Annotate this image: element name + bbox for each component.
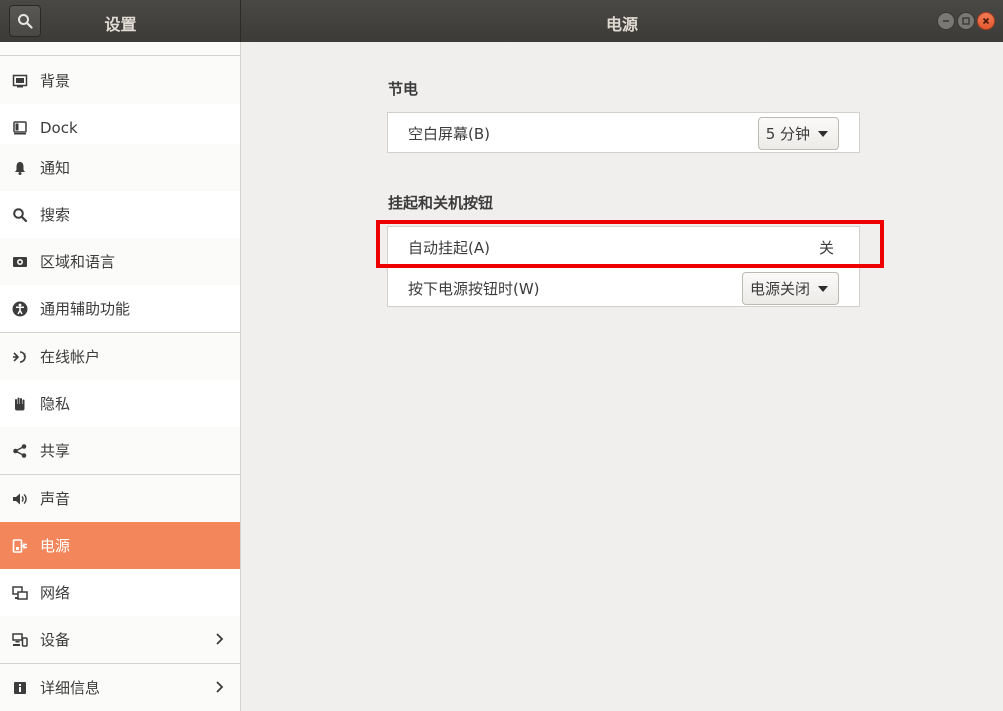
blank-screen-value: 5 分钟 [765,125,810,143]
power-button-dropdown[interactable]: 电源关闭 [741,272,839,305]
sidebar-item-notifications[interactable]: 通知 [0,144,240,191]
search-icon [12,207,28,223]
sidebar: 背景 Dock 通知 搜索 区域和语言 通用辅助功能 s 在线帐户 隐私 共享 … [0,42,241,711]
hand-icon [12,396,28,412]
sidebar-item-label: 搜索 [40,206,71,224]
sidebar-item-region[interactable]: 区域和语言 [0,238,240,285]
power-button-label: 按下电源按钮时(W) [408,279,540,298]
dropdown-arrow-icon [818,130,828,137]
power-saving-panel: 空白屏幕(B) 5 分钟 [387,112,860,153]
header-bar: 设置 电源 [0,0,1003,42]
blank-screen-dropdown[interactable]: 5 分钟 [757,117,839,150]
sidebar-item-label: 隐私 [40,395,71,413]
sidebar-item-network[interactable]: 网络 [0,569,240,616]
sidebar-item-label: 背景 [40,72,71,90]
blank-screen-row: 空白屏幕(B) 5 分钟 [388,113,859,153]
sidebar-item-privacy[interactable]: 隐私 [0,380,240,427]
header-left: 设置 [0,0,241,42]
chevron-right-icon [216,681,224,693]
sidebar-item-devices[interactable]: 设备 [0,616,240,663]
section-title-power-saving: 节电 [388,80,419,98]
settings-title: 设置 [104,15,137,34]
sidebar-item-label: 在线帐户 [40,348,101,366]
sidebar-item-label: 电源 [40,537,71,555]
svg-text:s: s [23,352,26,359]
accessibility-icon [12,301,28,317]
sidebar-item-power[interactable]: 电源 [0,522,240,569]
maximize-icon [962,17,970,25]
suspend-panel: 自动挂起(A) 关 按下电源按钮时(W) 电源关闭 [387,226,860,307]
page-title: 电源 [605,15,638,34]
sidebar-item-background[interactable]: 背景 [0,57,240,104]
sidebar-item-sound[interactable]: 声音 [0,475,240,522]
devices-icon [12,632,28,648]
sidebar-item-sharing[interactable]: 共享 [0,427,240,474]
sidebar-item-label: 区域和语言 [40,253,116,271]
dropdown-arrow-icon [818,285,828,292]
sidebar-item-label: 声音 [40,490,71,508]
maximize-button[interactable] [957,12,975,30]
auto-suspend-value: 关 [818,238,834,257]
minimize-icon [943,20,949,22]
sidebar-item-details[interactable]: 详细信息 [0,664,240,711]
sidebar-divider [0,55,240,56]
auto-suspend-label: 自动挂起(A) [408,238,490,257]
auto-suspend-row[interactable]: 自动挂起(A) 关 [388,227,859,267]
sidebar-item-label: 通用辅助功能 [40,300,131,318]
sidebar-item-label: 详细信息 [40,679,101,697]
minimize-button[interactable] [937,12,955,30]
sidebar-item-label: 设备 [40,631,71,649]
speaker-icon [12,491,28,507]
dock-icon [12,120,28,136]
online-accounts-icon: s [12,349,28,365]
region-icon [12,254,28,270]
blank-screen-label: 空白屏幕(B) [408,124,490,143]
close-button[interactable] [977,12,995,30]
power-button-row: 按下电源按钮时(W) 电源关闭 [388,268,859,308]
info-icon [12,680,28,696]
background-icon [12,73,28,89]
chevron-right-icon [216,633,224,645]
window-controls [937,12,995,30]
section-title-suspend: 挂起和关机按钮 [388,194,494,212]
bell-icon [12,160,28,176]
sidebar-item-label: 网络 [40,584,71,602]
sidebar-item-online-accounts[interactable]: s 在线帐户 [0,333,240,380]
sidebar-item-label: 共享 [40,442,71,460]
share-icon [12,443,28,459]
network-icon [12,585,28,601]
sidebar-item-search[interactable]: 搜索 [0,191,240,238]
close-icon [982,17,990,25]
sidebar-item-label: Dock [40,118,78,137]
power-icon [12,538,28,554]
power-button-value: 电源关闭 [749,280,810,298]
sidebar-item-label: 通知 [40,159,71,177]
sidebar-item-accessibility[interactable]: 通用辅助功能 [0,285,240,332]
